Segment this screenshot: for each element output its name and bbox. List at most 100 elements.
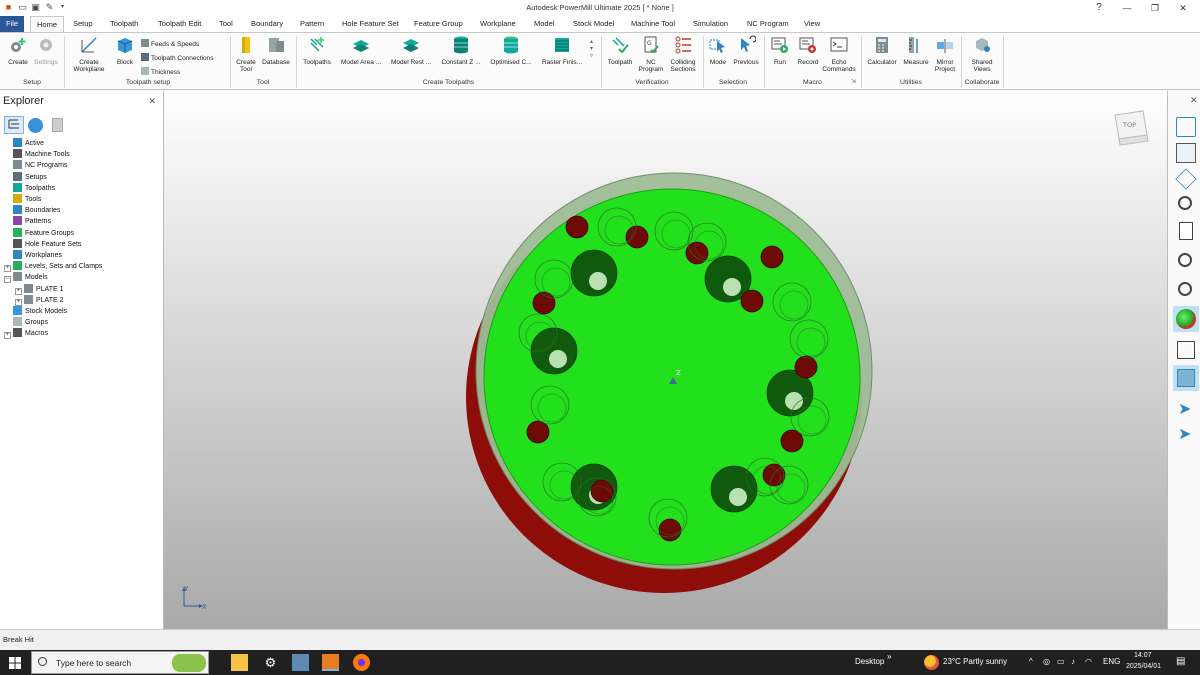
setup-create-button[interactable]: Create <box>5 35 31 66</box>
view-cube[interactable]: TOP <box>1114 110 1149 146</box>
model-area-clearance-button[interactable]: Model Area ... <box>337 35 385 66</box>
selection-previous-button[interactable]: Previous <box>731 35 761 66</box>
desktop-toolbar-label[interactable]: Desktop <box>855 657 884 666</box>
explorer-item[interactable]: Toolpaths <box>13 182 55 194</box>
tray-camera-icon[interactable]: ◎ <box>1043 657 1050 666</box>
gallery-scroll-icon[interactable]: ▴ ▾ ▿ <box>587 39 596 60</box>
hole-feature[interactable] <box>729 488 747 506</box>
macro-run-button[interactable]: Run <box>767 35 793 66</box>
tab-nc-program[interactable]: NC Program <box>741 16 795 32</box>
zoom-box-icon[interactable] <box>1178 253 1192 267</box>
tree-expander-icon[interactable]: + <box>4 332 11 340</box>
hole-feature[interactable] <box>760 245 784 269</box>
tray-network-icon[interactable]: ▭ <box>1057 657 1065 666</box>
hole-feature[interactable] <box>589 272 607 290</box>
constant-z-finishing-button[interactable]: Constant Z ... <box>438 35 484 66</box>
tree-expander-icon[interactable]: + <box>15 298 22 306</box>
explorer-item[interactable]: Stock Models <box>13 306 67 317</box>
explorer-item[interactable]: Workplanes <box>13 250 62 261</box>
tree-expander-icon[interactable]: + <box>15 287 22 295</box>
minimize-button[interactable]: — <box>1114 0 1140 16</box>
mirror-project-button[interactable]: Mirror Project <box>931 35 959 73</box>
tray-overflow-icon[interactable]: ^ <box>1029 657 1033 666</box>
explorer-tab-recycle-bin-icon[interactable] <box>52 118 63 132</box>
windows-start-icon[interactable] <box>9 657 21 669</box>
tab-model[interactable]: Model <box>528 16 560 32</box>
tab-file[interactable]: File <box>0 16 25 32</box>
create-workplane-button[interactable]: Create Workplane <box>67 35 111 73</box>
hole-feature[interactable] <box>740 289 764 313</box>
explorer-item[interactable]: Setups <box>13 171 47 183</box>
zoom-icon[interactable] <box>1178 196 1192 210</box>
view-toolbar-close-icon[interactable]: ✕ <box>1190 95 1198 106</box>
explorer-item[interactable]: + PLATE 1 <box>15 283 64 295</box>
explorer-item[interactable]: + Macros <box>4 328 48 340</box>
zoom-document-icon[interactable] <box>1179 222 1193 240</box>
shared-views-button[interactable]: Shared Views <box>966 35 998 73</box>
tab-home[interactable]: Home <box>30 16 65 32</box>
weather-text[interactable]: 23°C Partly sunny <box>943 657 1007 666</box>
tab-feature-group[interactable]: Feature Group <box>408 16 469 32</box>
calculator-button[interactable]: Calculator <box>864 35 900 66</box>
tab-simulation[interactable]: Simulation <box>687 16 734 32</box>
hole-feature[interactable] <box>723 278 741 296</box>
notification-center-icon[interactable]: ▤ <box>1176 656 1185 667</box>
transparent-view-button[interactable] <box>1173 365 1199 391</box>
macro-record-button[interactable]: Record <box>794 35 822 66</box>
verify-nc-program-button[interactable]: G NC Program <box>637 35 665 73</box>
explorer-tab-tree[interactable] <box>4 116 24 134</box>
clock-time[interactable]: 14:07 <box>1134 652 1152 659</box>
hole-feature[interactable] <box>794 355 818 379</box>
explorer-item[interactable]: NC Programs <box>13 160 67 171</box>
graphics-viewport[interactable]: Z Y X TOP <box>164 91 1167 629</box>
select-previous-cursor-icon[interactable]: ➤ <box>1178 424 1191 444</box>
explorer-item[interactable]: Patterns <box>13 216 51 227</box>
explorer-item[interactable]: Boundaries <box>13 205 60 216</box>
help-icon[interactable]: ? <box>1086 0 1112 16</box>
hole-feature[interactable] <box>549 350 567 368</box>
thickness-button[interactable]: Thickness <box>141 67 180 76</box>
explorer-item[interactable]: Feature Groups <box>13 227 74 239</box>
explorer-close-icon[interactable]: ✕ <box>148 96 156 107</box>
clock-date[interactable]: 2025/04/01 <box>1126 663 1161 670</box>
tray-volume-icon[interactable]: ♪ <box>1071 657 1075 666</box>
select-cursor-icon[interactable]: ➤ <box>1178 399 1191 419</box>
maximize-button[interactable]: ❐ <box>1142 0 1168 16</box>
shaded-view-button[interactable] <box>1173 306 1199 332</box>
desktop-chevron-icon[interactable]: » <box>887 652 891 661</box>
close-button[interactable]: ✕ <box>1170 0 1196 16</box>
hole-feature[interactable] <box>526 420 550 444</box>
model-view[interactable]: Z Y X TOP <box>164 91 1167 629</box>
setup-settings-button[interactable]: Settings <box>32 35 60 66</box>
colliding-sections-button[interactable]: Colliding Sections <box>666 35 700 73</box>
firefox-icon[interactable] <box>353 654 370 671</box>
tree-expander-icon[interactable]: + <box>4 265 11 273</box>
verify-toolpath-button[interactable]: Toolpath <box>604 35 636 66</box>
tab-tool[interactable]: Tool <box>213 16 239 32</box>
wireframe-icon[interactable] <box>1177 341 1195 359</box>
tray-wifi-icon[interactable]: ◠ <box>1085 657 1092 666</box>
block-button[interactable]: Block <box>112 35 138 66</box>
create-tool-button[interactable]: Create Tool <box>233 35 259 73</box>
calculator-app-icon[interactable] <box>292 654 309 671</box>
macro-dialog-launcher-icon[interactable]: ⇲ <box>851 79 856 86</box>
tab-toolpath-edit[interactable]: Toolpath Edit <box>152 16 207 32</box>
tab-boundary[interactable]: Boundary <box>245 16 289 32</box>
hole-feature[interactable] <box>565 215 589 239</box>
tab-workplane[interactable]: Workplane <box>474 16 522 32</box>
tab-setup[interactable]: Setup <box>67 16 99 32</box>
feeds-speeds-button[interactable]: Feeds & Speeds <box>141 39 199 48</box>
tab-hole-feature-set[interactable]: Hole Feature Set <box>336 16 405 32</box>
echo-commands-button[interactable]: Echo Commands <box>821 35 857 73</box>
input-language[interactable]: ENG <box>1103 657 1120 666</box>
tree-expander-icon[interactable]: − <box>4 276 11 284</box>
explorer-item[interactable]: Groups <box>13 317 48 328</box>
model-rest-clearance-button[interactable]: Model Rest ... <box>387 35 435 66</box>
explorer-item[interactable]: Machine Tools <box>13 149 70 160</box>
tab-pattern[interactable]: Pattern <box>294 16 330 32</box>
selection-mode-button[interactable]: Mode <box>706 35 730 66</box>
tab-stock-model[interactable]: Stock Model <box>567 16 620 32</box>
tab-toolpath[interactable]: Toolpath <box>104 16 144 32</box>
powermill-taskbar-icon[interactable] <box>322 654 339 671</box>
explorer-item[interactable]: + PLATE 2 <box>15 294 64 306</box>
